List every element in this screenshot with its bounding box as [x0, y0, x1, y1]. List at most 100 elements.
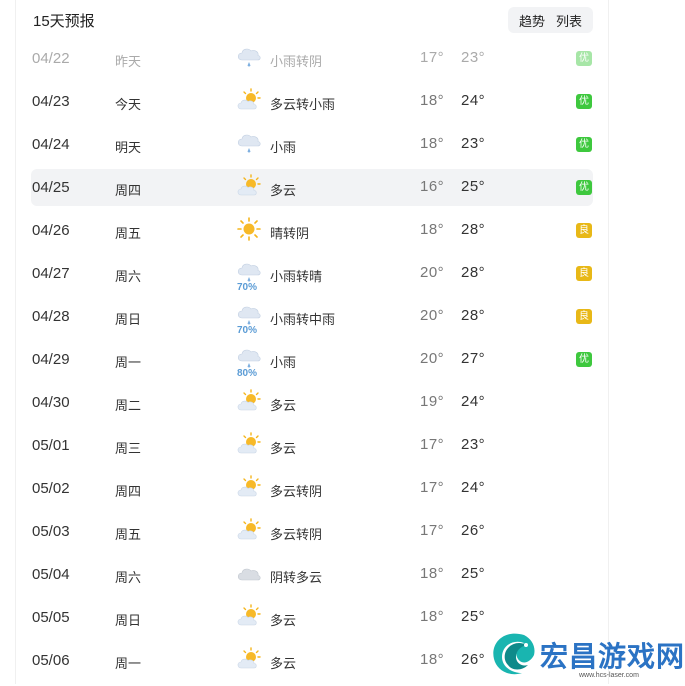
row-day: 周六: [115, 570, 142, 585]
row-high-temp: 24°: [461, 479, 486, 496]
row-condition: 小雨: [270, 355, 297, 370]
row-day: 昨天: [115, 54, 142, 69]
row-day: 周一: [115, 355, 142, 370]
light-rain-icon: 70%: [236, 260, 262, 293]
row-high-temp: 28°: [461, 307, 486, 324]
list-view-button[interactable]: 列表: [556, 11, 582, 30]
row-condition: 多云: [270, 613, 297, 628]
light-rain-icon: [236, 45, 262, 73]
row-date: 05/06: [32, 652, 70, 669]
row-condition: 晴转阴: [270, 226, 310, 241]
row-low-temp: 20°: [420, 350, 445, 367]
row-condition: 多云: [270, 398, 297, 413]
row-high-temp: 28°: [461, 221, 486, 238]
row-low-temp: 18°: [420, 565, 445, 582]
row-day: 周三: [115, 441, 142, 456]
dragon-logo-icon: [493, 633, 535, 675]
row-condition: 多云: [270, 183, 297, 198]
aqi-badge: 良: [576, 309, 592, 324]
forecast-title: 15天预报: [33, 13, 95, 30]
row-low-temp: 17°: [420, 436, 445, 453]
row-day: 周一: [115, 656, 142, 671]
precip-chance: 70%: [237, 325, 258, 336]
aqi-badge: 优: [576, 51, 592, 66]
row-day: 周五: [115, 226, 142, 241]
row-day: 周四: [115, 484, 142, 499]
row-high-temp: 28°: [461, 264, 486, 281]
row-day: 周二: [115, 398, 142, 413]
forecast-row[interactable]: 05/02 周四 多云转阴 17° 24°: [16, 467, 608, 510]
row-condition: 小雨转晴: [270, 269, 323, 284]
row-low-temp: 18°: [420, 92, 445, 109]
row-day: 周六: [115, 269, 142, 284]
row-date: 04/28: [32, 308, 70, 325]
forecast-list: 04/22 昨天 小雨转阴 17° 23° 优 04/23 今天 多云转小雨 18° 24° 优 04/…: [16, 37, 608, 682]
forecast-row[interactable]: 05/04 周六 阴转多云 18° 25°: [16, 553, 608, 596]
forecast-row[interactable]: 04/22 昨天 小雨转阴 17° 23° 优: [16, 37, 608, 80]
forecast-row[interactable]: 04/30 周二 多云 19° 24°: [16, 381, 608, 424]
row-date: 05/04: [32, 566, 70, 583]
forecast-row[interactable]: 05/01 周三 多云 17° 23°: [16, 424, 608, 467]
partly-cloudy-icon: [236, 88, 262, 116]
aqi-badge: 优: [576, 137, 592, 152]
row-day: 周日: [115, 312, 142, 327]
row-date: 05/03: [32, 523, 70, 540]
row-low-temp: 20°: [420, 307, 445, 324]
row-low-temp: 18°: [420, 221, 445, 238]
aqi-badge: 良: [576, 266, 592, 281]
forecast-row[interactable]: 04/25 周四 多云 16° 25° 优: [16, 166, 608, 209]
row-high-temp: 27°: [461, 350, 486, 367]
row-day: 周五: [115, 527, 142, 542]
forecast-row[interactable]: 04/29 周一 80% 小雨 20° 27° 优: [16, 338, 608, 381]
row-high-temp: 25°: [461, 608, 486, 625]
watermark-text: 宏昌游戏网: [540, 641, 685, 672]
partly-cloudy-icon: [236, 389, 262, 417]
trend-view-button[interactable]: 趋势: [519, 11, 545, 30]
row-low-temp: 18°: [420, 135, 445, 152]
aqi-badge: 良: [576, 223, 592, 238]
row-high-temp: 25°: [461, 178, 486, 195]
row-low-temp: 17°: [420, 49, 445, 66]
forecast-row[interactable]: 05/03 周五 多云转阴 17° 26°: [16, 510, 608, 553]
row-high-temp: 23°: [461, 49, 486, 66]
row-low-temp: 16°: [420, 178, 445, 195]
forecast-row[interactable]: 04/28 周日 70% 小雨转中雨 20° 28° 良: [16, 295, 608, 338]
forecast-row[interactable]: 04/24 明天 小雨 18° 23° 优: [16, 123, 608, 166]
partly-cloudy-icon: [236, 604, 262, 632]
row-high-temp: 23°: [461, 436, 486, 453]
row-date: 04/29: [32, 351, 70, 368]
precip-chance: 70%: [237, 282, 258, 293]
row-condition: 阴转多云: [270, 570, 323, 585]
row-date: 04/25: [32, 179, 70, 196]
row-condition: 多云: [270, 441, 297, 456]
row-high-temp: 26°: [461, 651, 486, 668]
light-rain-icon: [236, 131, 262, 159]
partly-cloudy-icon: [236, 432, 262, 460]
precip-chance: 80%: [237, 368, 258, 379]
row-low-temp: 18°: [420, 608, 445, 625]
light-rain-icon: 80%: [236, 346, 262, 379]
row-date: 04/27: [32, 265, 70, 282]
aqi-badge: 优: [576, 94, 592, 109]
row-date: 04/30: [32, 394, 70, 411]
aqi-badge: 优: [576, 180, 592, 195]
view-toggle: 趋势 列表: [508, 7, 593, 33]
row-date: 05/01: [32, 437, 70, 454]
row-condition: 小雨转阴: [270, 54, 323, 69]
aqi-badge: 优: [576, 352, 592, 367]
forecast-row[interactable]: 04/27 周六 70% 小雨转晴 20° 28° 良: [16, 252, 608, 295]
row-condition: 小雨转中雨: [270, 312, 336, 327]
row-date: 04/23: [32, 93, 70, 110]
forecast-row[interactable]: 04/26 周五 晴转阴 18° 28° 良: [16, 209, 608, 252]
row-date: 05/02: [32, 480, 70, 497]
partly-cloudy-icon: [236, 475, 262, 503]
row-high-temp: 23°: [461, 135, 486, 152]
row-date: 05/05: [32, 609, 70, 626]
partly-cloudy-icon: [236, 647, 262, 675]
row-date: 04/26: [32, 222, 70, 239]
forecast-panel: 15天预报 趋势 列表 04/22 昨天 小雨转阴 17° 23° 优 04/23 今天 多云转…: [15, 0, 609, 684]
forecast-row[interactable]: 04/23 今天 多云转小雨 18° 24° 优: [16, 80, 608, 123]
partly-cloudy-icon: [236, 518, 262, 546]
row-condition: 小雨: [270, 140, 297, 155]
row-high-temp: 24°: [461, 393, 486, 410]
